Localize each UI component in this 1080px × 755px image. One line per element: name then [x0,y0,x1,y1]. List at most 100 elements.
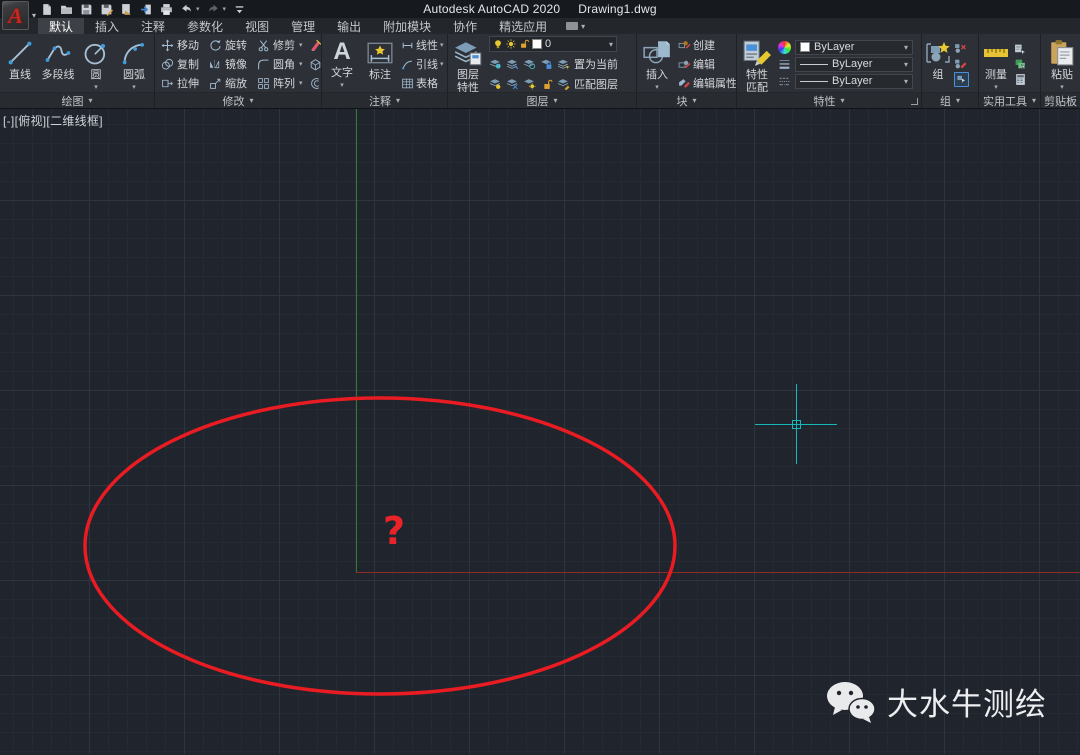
chevron-down-icon[interactable]: ▾ [440,60,444,68]
text-button[interactable]: 文字 ▾ [325,36,359,92]
stretch-button[interactable]: 拉伸 [161,75,209,91]
chevron-down-icon[interactable]: ▾ [299,79,303,87]
leader-button[interactable]: 引线▾ [401,56,444,72]
export-button[interactable] [140,3,153,16]
mirror-button[interactable]: 镜像 [209,56,257,72]
chevron-down-icon[interactable]: ▾ [132,83,136,91]
select-similar-icon[interactable] [1014,58,1027,71]
save-as-button[interactable] [100,3,113,16]
edit-block-button[interactable]: 编辑 [678,56,736,72]
table-button[interactable]: 表格 [401,75,444,91]
tab-default[interactable]: 默认 [38,18,84,34]
paste-button[interactable]: 粘贴 ▾ [1045,36,1079,92]
open-folder-button[interactable] [60,3,73,16]
autocad-logo-icon[interactable] [2,1,29,30]
undo-dropdown-icon[interactable]: ▾ [196,5,200,13]
match-properties-button[interactable]: 特性匹配 [740,36,774,92]
move-button[interactable]: 移动 [161,37,209,53]
panel-layers-footer[interactable]: 图层▾ [448,92,636,108]
layer-isolate-icon[interactable] [489,57,502,70]
group-edit-icon[interactable] [954,57,967,70]
quick-select-icon[interactable] [1014,43,1027,56]
rotate-button[interactable]: 旋转 [209,37,257,53]
match-layer-button[interactable]: 匹配图层 [574,76,618,92]
quick-calc-icon[interactable] [1014,73,1027,86]
tab-annotate[interactable]: 注释 [130,18,176,34]
dimension-button[interactable]: 标注 [363,36,397,92]
save-button[interactable] [80,3,93,16]
customize-qat-button[interactable] [233,3,246,16]
layer-select-dropdown[interactable]: 0 ▾ [489,36,617,52]
chevron-down-icon[interactable]: ▾ [94,83,98,91]
scale-button[interactable]: 缩放 [209,75,257,91]
layer-on-icon[interactable] [489,77,502,90]
layer-lock-icon[interactable] [540,57,553,70]
tab-manage[interactable]: 管理 [280,18,326,34]
chevron-down-icon[interactable]: ▾ [1060,83,1064,91]
layer-unlock-icon[interactable] [540,77,553,90]
panel-modify-footer[interactable]: 修改▾ [155,92,321,108]
explode-button[interactable] [309,58,321,71]
line-button[interactable]: 直线 [3,36,37,92]
tab-featured-apps[interactable]: 精选应用 [488,18,558,34]
drawing-canvas[interactable]: [-][俯视][二维线框] ? 大水牛测绘 [0,109,1080,754]
redo-dropdown-icon[interactable]: ▾ [223,5,227,13]
offset-button[interactable] [309,77,321,90]
layer-sun-icon[interactable] [523,77,536,90]
ribbon-options-button[interactable]: ▾ [558,18,593,34]
tab-view[interactable]: 视图 [234,18,280,34]
tab-collaborate[interactable]: 协作 [442,18,488,34]
layer-thaw-icon[interactable] [506,77,519,90]
chevron-down-icon[interactable]: ▾ [440,41,444,49]
tab-addins[interactable]: 附加模块 [372,18,442,34]
chevron-down-icon[interactable]: ▾ [994,83,998,91]
fillet-button[interactable]: 圆角▾ [257,56,309,72]
panel-properties-footer[interactable]: 特性▾ [737,92,921,108]
dialog-launcher-icon[interactable] [911,98,918,105]
set-current-button[interactable]: 置为当前 [574,56,618,72]
create-block-button[interactable]: 创建 [678,37,736,53]
edit-attributes-button[interactable]: 编辑属性▾ [678,75,736,91]
tab-parametric[interactable]: 参数化 [176,18,234,34]
circle-button[interactable]: 圆 ▾ [79,36,113,92]
new-file-button[interactable] [40,3,53,16]
tab-output[interactable]: 输出 [326,18,372,34]
arc-button[interactable]: 圆弧 ▾ [117,36,151,92]
drawn-ellipse[interactable] [85,398,675,694]
linetype-dropdown[interactable]: ByLayer▾ [795,74,913,89]
panel-draw-footer[interactable]: 绘图▾ [0,92,154,108]
copy-button[interactable]: 复制 [161,56,209,72]
chevron-down-icon[interactable]: ▾ [655,83,659,91]
trim-button[interactable]: 修剪▾ [257,37,309,53]
linear-dimension-button[interactable]: 线性▾ [401,37,444,53]
group-button[interactable]: 组 [924,36,952,92]
group-selection-toggle[interactable] [954,72,969,87]
panel-block-footer[interactable]: 块▾ [637,92,736,108]
layer-properties-button[interactable]: 图层特性 [451,36,485,92]
erase-button[interactable] [309,39,321,52]
panel-clipboard-footer[interactable]: 剪贴板 [1041,92,1080,108]
lineweight-dropdown[interactable]: ByLayer▾ [795,57,913,72]
polyline-button[interactable]: 多段线 [41,36,75,92]
app-menu-button[interactable]: ▾ [2,1,36,30]
plot-preview-button[interactable] [120,3,133,16]
tab-insert[interactable]: 插入 [84,18,130,34]
panel-annotation-footer[interactable]: 注释▾ [322,92,447,108]
chevron-down-icon[interactable]: ▾ [299,60,303,68]
question-mark-text[interactable]: ? [383,509,405,553]
layer-freeze-icon[interactable] [523,57,536,70]
redo-button[interactable] [207,3,220,16]
undo-button[interactable] [180,3,193,16]
ungroup-icon[interactable] [954,42,967,55]
panel-utilities-footer[interactable]: 实用工具▾ [979,92,1040,108]
measure-button[interactable]: 测量 ▾ [981,36,1011,92]
chevron-down-icon[interactable]: ▾ [340,81,344,89]
chevron-down-icon[interactable]: ▾ [609,40,613,49]
panel-group-footer[interactable]: 组▾ [922,92,978,108]
array-button[interactable]: 阵列▾ [257,75,309,91]
chevron-down-icon[interactable]: ▾ [299,41,303,49]
layer-unisolate-icon[interactable] [506,57,519,70]
insert-block-button[interactable]: 插入 ▾ [640,36,674,92]
object-color-dropdown[interactable]: ByLayer▾ [795,40,913,55]
print-button[interactable] [160,3,173,16]
